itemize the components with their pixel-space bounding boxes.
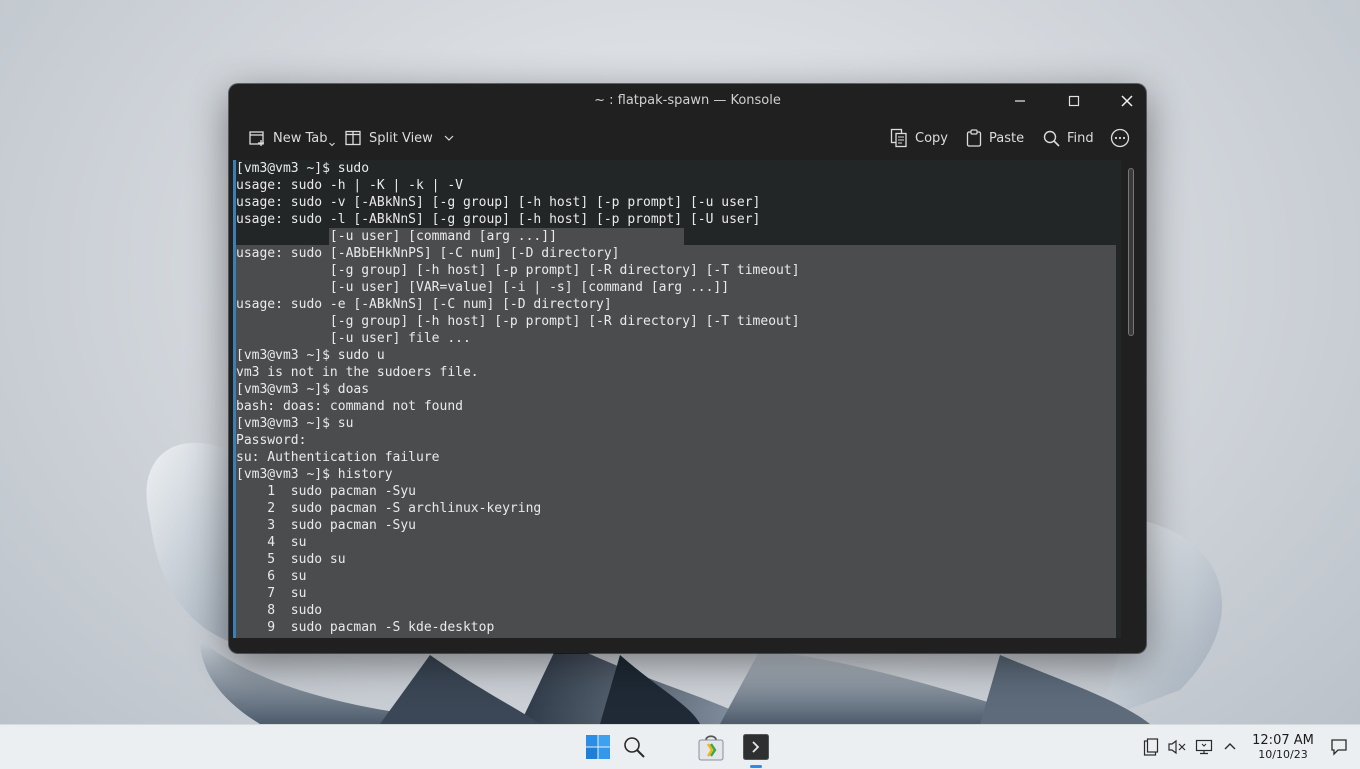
terminal-line: 4 su xyxy=(236,535,307,550)
title-bar[interactable]: ~ : flatpak-spawn — Konsole xyxy=(229,84,1146,118)
terminal-icon xyxy=(743,734,769,760)
terminal-line: [-g group] [-h host] [-p prompt] [-R dir… xyxy=(236,314,800,329)
paste-label: Paste xyxy=(989,130,1025,146)
network-button[interactable] xyxy=(1193,725,1215,769)
clipboard-icon xyxy=(1143,738,1159,756)
minimize-button[interactable] xyxy=(993,84,1047,118)
terminal-line: [-u user] file ... xyxy=(236,331,471,346)
notification-icon xyxy=(1331,739,1347,756)
terminal-line: bash: doas: command not found xyxy=(236,399,463,414)
volume-muted-icon xyxy=(1168,739,1186,755)
konsole-taskbar-button[interactable] xyxy=(740,725,772,769)
terminal-line: [vm3@vm3 ~]$ su xyxy=(236,416,354,431)
terminal-line: 9 sudo pacman -S kde-desktop xyxy=(236,620,495,635)
terminal-line: 1 sudo pacman -Syu xyxy=(236,484,417,499)
close-icon xyxy=(1121,95,1133,107)
terminal-line: 8 sudo xyxy=(236,603,323,618)
scrollbar-thumb[interactable] xyxy=(1128,168,1134,336)
new-tab-icon xyxy=(249,131,264,146)
terminal-line: usage: sudo [-ABbEHkNnPS] [-C num] [-D d… xyxy=(236,246,620,261)
maximize-icon xyxy=(1068,95,1080,107)
find-label: Find xyxy=(1067,130,1094,146)
terminal-line: su: Authentication failure xyxy=(236,450,440,465)
terminal-line: [vm3@vm3 ~]$ history xyxy=(236,467,393,482)
copy-label: Copy xyxy=(915,130,948,146)
split-view-button[interactable]: Split View xyxy=(344,126,455,150)
copy-button[interactable]: Copy xyxy=(890,126,948,150)
new-tab-label: New Tab xyxy=(273,130,328,146)
chevron-down-icon xyxy=(328,142,335,147)
terminal-view[interactable]: [vm3@vm3 ~]$ sudo usage: sudo -h | -K | -… xyxy=(233,160,1121,638)
search-icon xyxy=(624,737,645,758)
more-options-button[interactable] xyxy=(1110,126,1130,150)
close-button[interactable] xyxy=(1100,84,1146,118)
paste-button[interactable]: Paste xyxy=(966,126,1024,150)
notifications-button[interactable] xyxy=(1326,725,1352,769)
terminal-line: 3 sudo pacman -Syu xyxy=(236,518,417,533)
search-icon xyxy=(1043,130,1060,147)
start-button[interactable] xyxy=(582,725,614,769)
split-view-icon xyxy=(345,130,361,146)
terminal-output: [vm3@vm3 ~]$ sudo usage: sudo -h | -K | -… xyxy=(236,160,800,636)
terminal-line: usage: sudo -e [-ABkNnS] [-C num] [-D di… xyxy=(236,297,612,312)
konsole-window: ~ : flatpak-spawn — Konsole New Tab Spli… xyxy=(229,84,1146,653)
store-button[interactable] xyxy=(694,725,728,769)
maximize-button[interactable] xyxy=(1047,84,1101,118)
terminal-line: usage: sudo -h | -K | -k | -V xyxy=(236,178,463,193)
terminal-line: Password: xyxy=(236,433,307,448)
chevron-up-icon xyxy=(1224,743,1236,750)
show-hidden-icons-button[interactable] xyxy=(1220,725,1240,769)
terminal-line: [vm3@vm3 ~]$ sudo u xyxy=(236,348,385,363)
terminal-line: [vm3@vm3 ~]$ doas xyxy=(236,382,370,397)
terminal-line: 2 sudo pacman -S archlinux-keyring xyxy=(236,501,542,516)
terminal-line: vm3 is not in the sudoers file. xyxy=(236,365,479,380)
new-tab-button[interactable]: New Tab xyxy=(248,126,335,150)
terminal-line: usage: sudo -v [-ABkNnS] [-g group] [-h … xyxy=(236,195,761,210)
minimize-icon xyxy=(1015,100,1025,102)
terminal-line: [-u user] [VAR=value] [-i | -s] [command… xyxy=(236,280,730,295)
terminal-line: 6 su xyxy=(236,569,307,584)
copy-icon xyxy=(890,128,907,148)
clock-date: 10/10/23 xyxy=(1258,748,1308,761)
split-view-label: Split View xyxy=(369,130,433,146)
windows-logo-icon xyxy=(586,735,610,759)
system-clock[interactable]: 12:07 AM 10/10/23 xyxy=(1245,733,1321,762)
scrollbar[interactable] xyxy=(1125,164,1137,640)
terminal-line: 5 sudo su xyxy=(236,552,346,567)
store-icon xyxy=(698,735,724,761)
taskbar: 12:07 AM 10/10/23 xyxy=(0,724,1360,769)
terminal-line: [-u user] [command [arg ...]] xyxy=(236,229,557,244)
terminal-line: 7 su xyxy=(236,586,307,601)
paste-icon xyxy=(966,129,982,147)
terminal-line: [-g group] [-h host] [-p prompt] [-R dir… xyxy=(236,263,800,278)
more-options-icon xyxy=(1110,128,1130,148)
clipboard-tray-button[interactable] xyxy=(1140,725,1162,769)
volume-button[interactable] xyxy=(1166,725,1188,769)
taskbar-search-button[interactable] xyxy=(618,725,650,769)
toolbar: New Tab Split View Copy Paste Find xyxy=(229,118,1146,156)
terminal-line: [vm3@vm3 ~]$ sudo xyxy=(236,161,370,176)
network-icon xyxy=(1195,739,1213,755)
terminal-line: usage: sudo -l [-ABkNnS] [-g group] [-h … xyxy=(236,212,761,227)
find-button[interactable]: Find xyxy=(1043,126,1094,150)
clock-time: 12:07 AM xyxy=(1252,733,1314,748)
chevron-down-icon xyxy=(444,135,454,141)
